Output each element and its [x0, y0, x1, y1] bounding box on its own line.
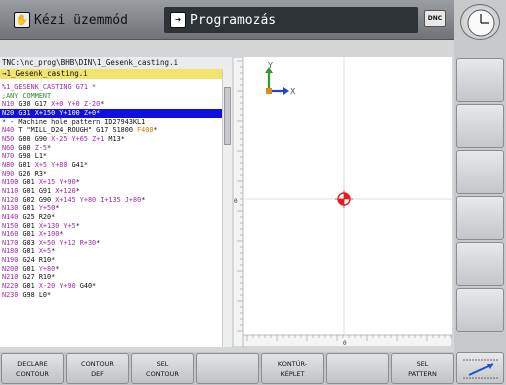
- program-line[interactable]: N190 G24 R10*: [0, 256, 222, 265]
- program-line[interactable]: N130 G01 Y+50*: [0, 204, 222, 213]
- softkey-label-line2: PATTERN: [408, 369, 437, 378]
- manual-mode-label: Kézi üzemmód: [34, 12, 128, 28]
- program-line[interactable]: N230 G98 L0*: [0, 291, 222, 300]
- softkey-row-switch-button[interactable]: [456, 352, 504, 384]
- vertical-softkey-2[interactable]: [456, 104, 504, 148]
- softkey-label-line1: SEL: [416, 359, 429, 368]
- vertical-softkey-3[interactable]: [456, 150, 504, 194]
- vertical-softkey-1[interactable]: [456, 58, 504, 102]
- softkey-1[interactable]: DECLARE CONTOUR: [1, 353, 64, 384]
- programming-mode-tab[interactable]: ➜ Programozás: [164, 7, 418, 33]
- program-line[interactable]: N20 G31 X+150 Y+100 Z+0*: [0, 108, 222, 118]
- manual-mode-tab[interactable]: ✋ Kézi üzemmód: [14, 8, 128, 32]
- softkey-label-line1: DECLARE: [17, 359, 48, 368]
- program-icon: ➜: [170, 12, 186, 28]
- softkey-7[interactable]: SEL PATTERN: [391, 353, 454, 384]
- softkey-label-line2: DEF: [91, 369, 104, 378]
- softkey-label-line1: CONTOUR: [81, 359, 114, 368]
- program-line[interactable]: N110 G01 G91 X+120*: [0, 187, 222, 196]
- vertical-softkey-4[interactable]: [456, 196, 504, 240]
- program-line[interactable]: %1_GESENK_CASTING G71 *: [0, 83, 222, 92]
- program-line[interactable]: N150 G01 X+130 Y+5*: [0, 222, 222, 231]
- program-line[interactable]: N170 G03 X+50 Y+12 R+30*: [0, 239, 222, 248]
- softkey-label-line2: KÉPLET: [280, 369, 305, 378]
- program-line[interactable]: N10 G30 G17 X+0 Y+0 Z-20*: [0, 100, 222, 109]
- bottom-ruler-zero: 0: [343, 340, 347, 347]
- clock-icon[interactable]: [460, 4, 500, 40]
- datum-crosshair-icon: [335, 190, 353, 208]
- x-axis-label: X: [290, 87, 296, 96]
- softkey-4[interactable]: [196, 353, 259, 384]
- left-ruler-zero: 0: [234, 198, 238, 205]
- softkey-5[interactable]: KONTÚR- KÉPLET: [261, 353, 324, 384]
- y-axis-label: Y: [267, 61, 273, 70]
- program-line[interactable]: N120 G02 G90 X+145 Y+80 I+135 J+80*: [0, 196, 222, 205]
- bottom-ruler: [242, 334, 452, 347]
- dnc-button[interactable]: DNC: [424, 10, 446, 27]
- program-line[interactable]: N40 T "MILL_D24_ROUGH" G17 S1800 F400*: [0, 126, 222, 135]
- program-line[interactable]: N210 G27 R10*: [0, 273, 222, 282]
- mode-bar: ✋ Kézi üzemmód ➜ Programozás DNC: [0, 0, 454, 40]
- vertical-softkey-5[interactable]: [456, 242, 504, 286]
- program-line[interactable]: N80 G01 X+5 Y+80 G41*: [0, 161, 222, 170]
- program-line[interactable]: N50 G00 G90 X-25 Y+65 Z+1 M13*: [0, 135, 222, 144]
- program-listing[interactable]: %1_GESENK_CASTING G71 * ;ANY COMMENT N10 G…: [0, 83, 222, 299]
- vertical-softkey-6[interactable]: [456, 288, 504, 332]
- axis-triad: Y X: [265, 61, 296, 96]
- program-path: TNC:\nc_prog\BHB\DIN\1_Gesenk_casting.i: [0, 57, 232, 69]
- softkey-label-line2: CONTOUR: [146, 369, 179, 378]
- program-line[interactable]: N90 G26 R3*: [0, 170, 222, 179]
- program-line[interactable]: N70 G98 L1*: [0, 152, 222, 161]
- graphics-view[interactable]: 0 0 Y X: [233, 57, 452, 347]
- softkey-label-line1: KONTÚR-: [277, 359, 308, 368]
- softkey-bar: DECLARE CONTOUR CONTOUR DEF SEL CONTOUR KONTÚR…: [0, 352, 454, 385]
- program-file-tab[interactable]: →1_Gesenk_casting.i: [0, 69, 222, 79]
- softkey-6[interactable]: [326, 353, 389, 384]
- programming-mode-label: Programozás: [190, 12, 277, 28]
- program-line[interactable]: ;ANY COMMENT: [0, 92, 222, 101]
- softkey-row-arrow-icon: [463, 359, 499, 379]
- program-line[interactable]: N60 G00 Z-5*: [0, 144, 222, 153]
- softkey-2[interactable]: CONTOUR DEF: [66, 353, 129, 384]
- program-line[interactable]: N220 G01 X-20 Y+90 G40*: [0, 282, 222, 291]
- softkey-3[interactable]: SEL CONTOUR: [131, 353, 194, 384]
- vertical-softkey-bar: [454, 0, 506, 385]
- scrollbar-thumb[interactable]: [224, 87, 231, 145]
- program-line[interactable]: N180 G01 X+5*: [0, 247, 222, 256]
- program-line[interactable]: * - Machine hole pattern ID27943KL1: [0, 118, 222, 127]
- program-line[interactable]: N100 G01 X+15 Y+90*: [0, 178, 222, 187]
- program-line[interactable]: N140 G25 R20*: [0, 213, 222, 222]
- program-line[interactable]: N200 G01 Y+80*: [0, 265, 222, 274]
- hand-icon: ✋: [14, 12, 30, 28]
- softkey-label-line2: CONTOUR: [16, 369, 49, 378]
- program-scrollbar[interactable]: [222, 69, 232, 347]
- program-line[interactable]: N160 G01 X+100*: [0, 230, 222, 239]
- program-editor[interactable]: TNC:\nc_prog\BHB\DIN\1_Gesenk_casting.i …: [0, 57, 232, 347]
- softkey-label-line1: SEL: [156, 359, 169, 368]
